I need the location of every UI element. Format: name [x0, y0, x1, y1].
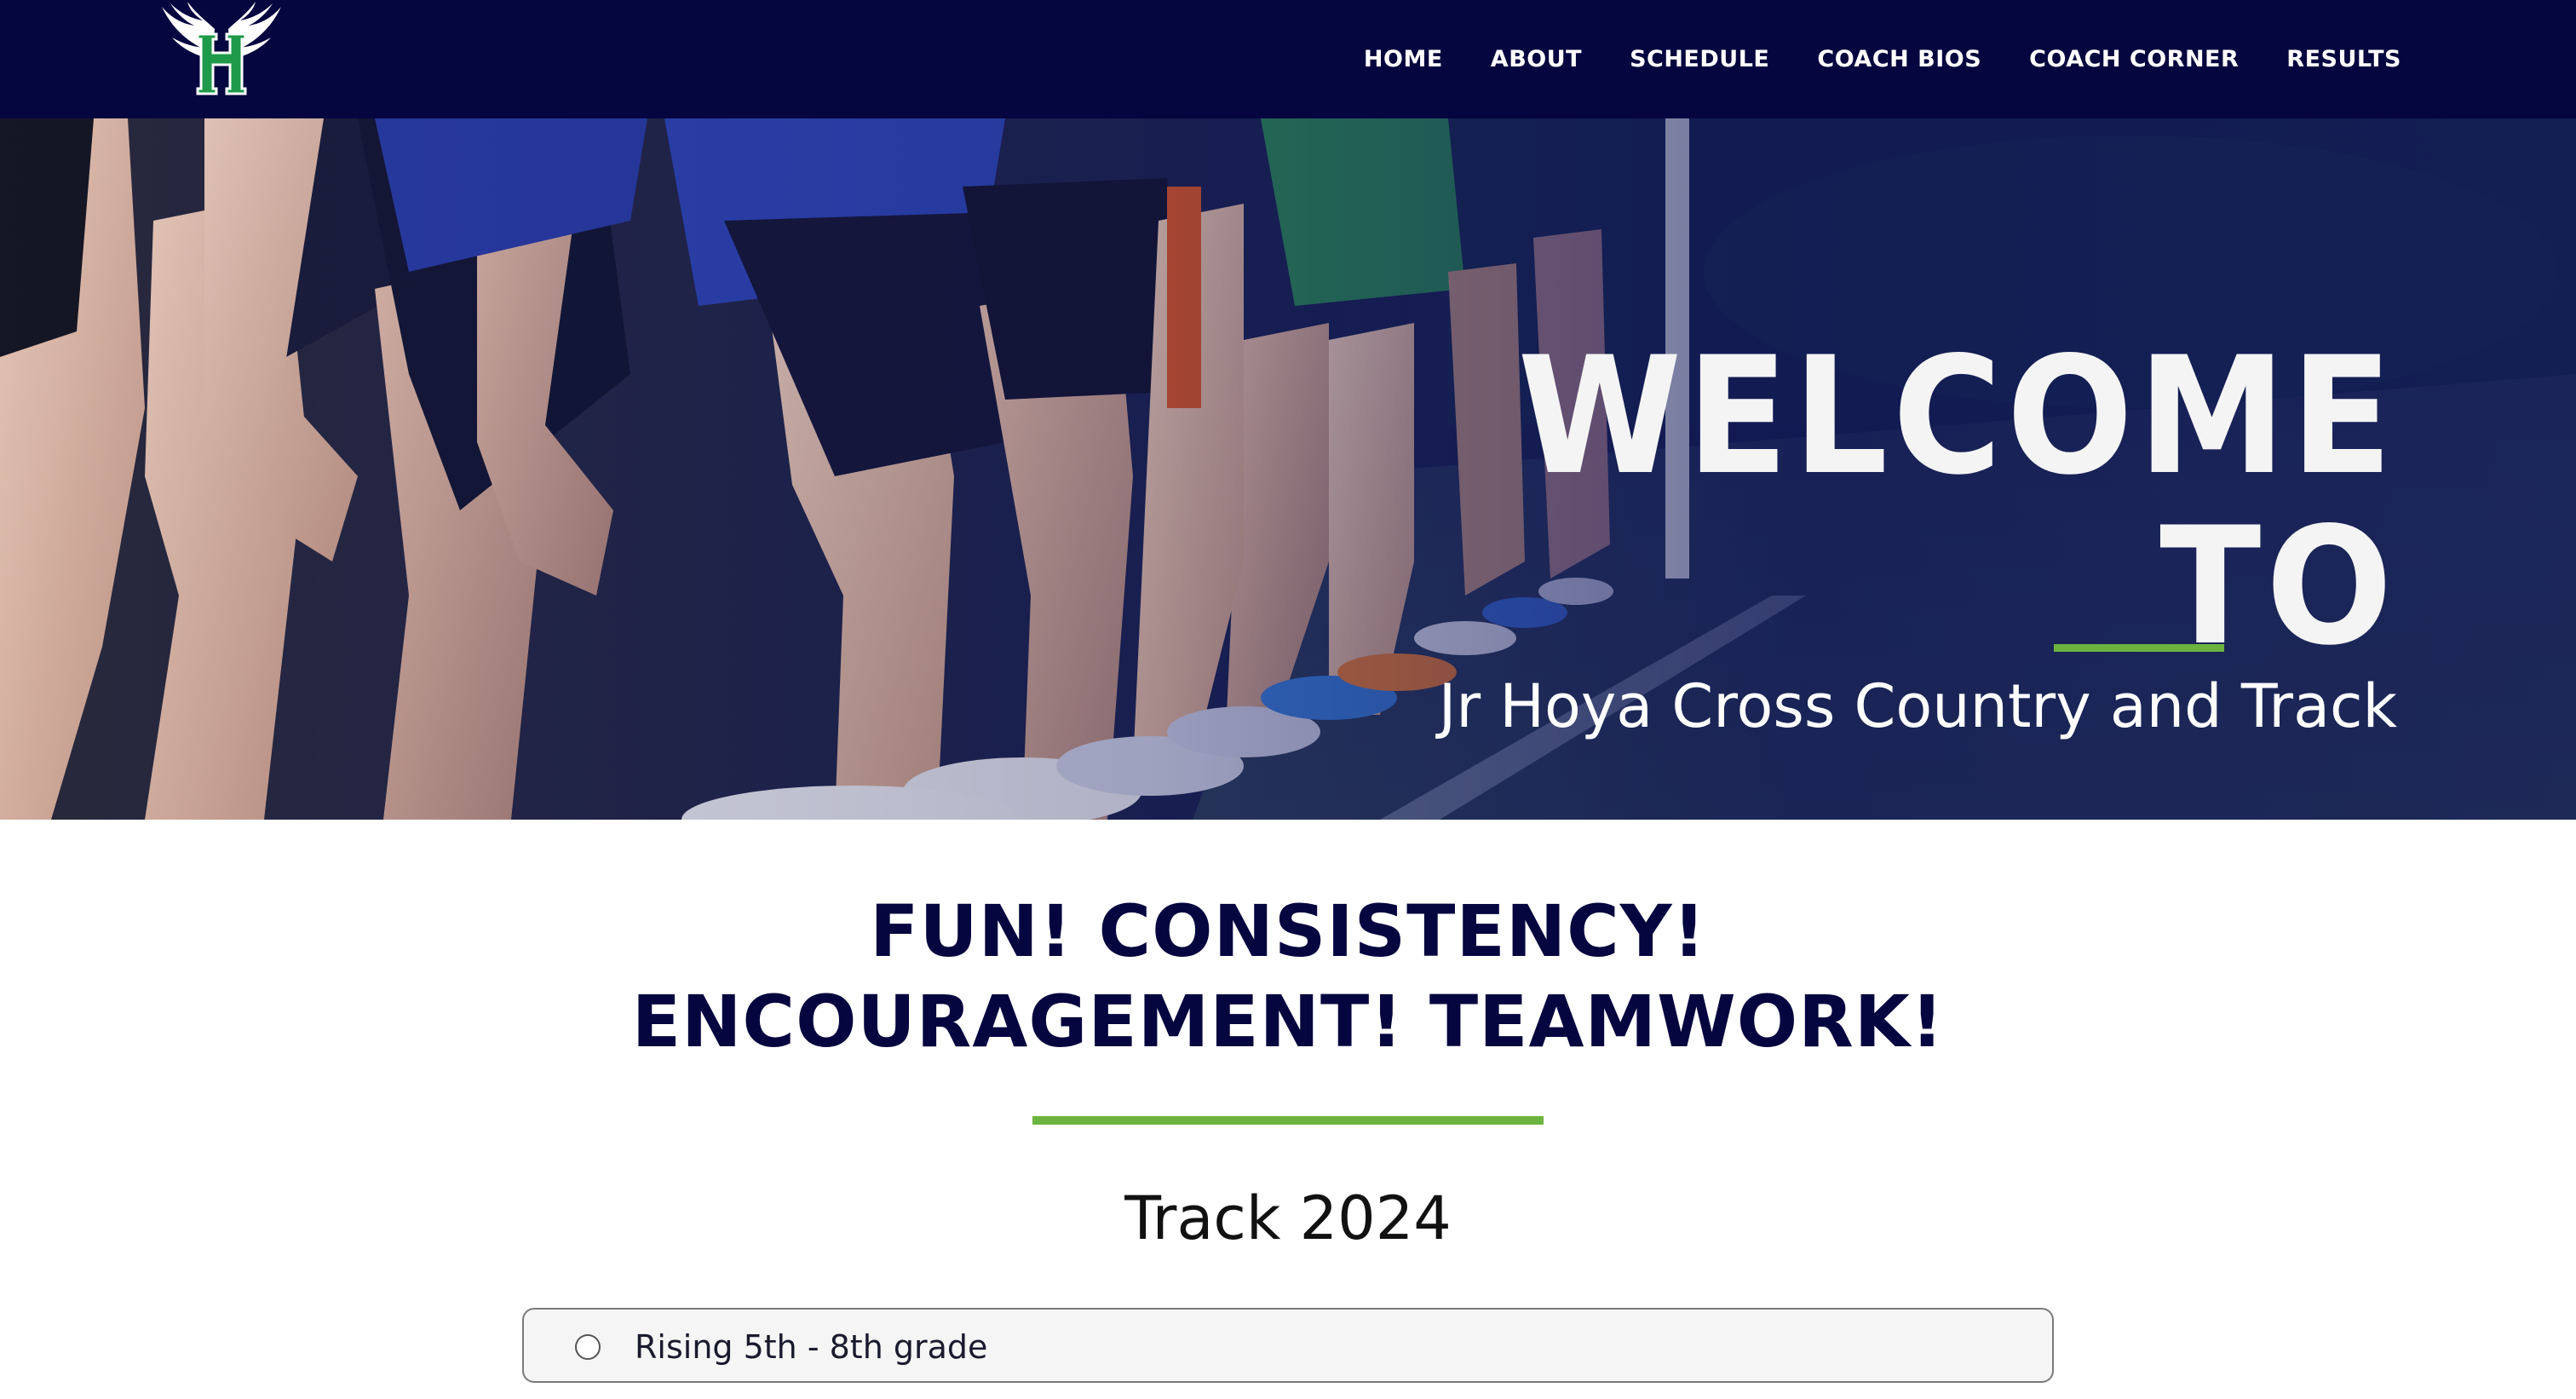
nav-home[interactable]: HOME: [1340, 46, 1467, 72]
section-title: Track 2024: [1124, 1183, 1452, 1253]
hero-banner: WELCOME TO Jr Hoya Cross Country and Tra…: [0, 118, 2576, 820]
registration-option-rising-5th-8th[interactable]: Rising 5th - 8th grade: [522, 1308, 2054, 1383]
nav-coach-corner[interactable]: COACH CORNER: [2005, 46, 2263, 72]
tagline-line-2: ENCOURAGEMENT! TEAMWORK!: [631, 980, 1945, 1063]
nav-schedule[interactable]: SCHEDULE: [1606, 46, 1793, 72]
hero-title: WELCOME TO: [1517, 322, 2397, 681]
tagline: FUN! CONSISTENCY! ENCOURAGEMENT! TEAMWOR…: [0, 886, 2576, 1067]
winged-h-logo-icon[interactable]: [153, 0, 290, 102]
hero-divider: [2054, 644, 2224, 652]
radio-unchecked-icon[interactable]: [575, 1334, 601, 1360]
main-nav: HOME ABOUT SCHEDULE COACH BIOS COACH COR…: [1340, 0, 2401, 118]
site-header: HOME ABOUT SCHEDULE COACH BIOS COACH COR…: [0, 0, 2576, 118]
hero-subtitle: Jr Hoya Cross Country and Track: [1438, 671, 2397, 741]
nav-results[interactable]: RESULTS: [2263, 46, 2401, 72]
hero-text-block: WELCOME TO: [1375, 331, 2397, 672]
tagline-line-1: FUN! CONSISTENCY!: [870, 889, 1706, 973]
option-label: Rising 5th - 8th grade: [635, 1328, 988, 1366]
nav-about[interactable]: ABOUT: [1467, 46, 1606, 72]
content-divider: [1032, 1116, 1544, 1125]
nav-coach-bios[interactable]: COACH BIOS: [1793, 46, 2005, 72]
